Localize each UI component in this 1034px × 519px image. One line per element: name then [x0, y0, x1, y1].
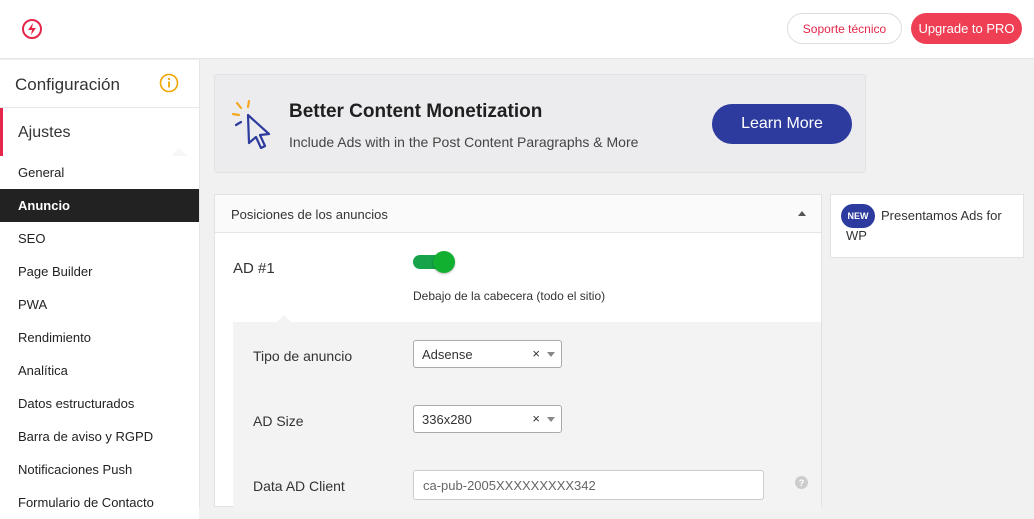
sidebar-item-seo[interactable]: SEO [0, 222, 199, 255]
sidebar-menu: General Anuncio SEO Page Builder PWA Ren… [0, 156, 199, 519]
ad-type-select[interactable]: Adsense × [413, 340, 562, 368]
sidebar: Configuración Ajustes General Anuncio SE… [0, 60, 200, 519]
clear-icon[interactable]: × [532, 346, 540, 361]
news-box[interactable]: NEW Presentamos Ads for WP [830, 194, 1024, 258]
ad-settings-box: Tipo de anuncio Adsense × AD Size 336x28… [233, 315, 821, 512]
ad-positions-panel: Posiciones de los anuncios AD #1 Debajo … [214, 194, 822, 512]
promo-banner: Better Content Monetization Include Ads … [214, 74, 866, 173]
ad-type-value: Adsense [422, 347, 473, 362]
promo-title: Better Content Monetization [289, 101, 543, 122]
sidebar-header: Configuración [0, 60, 199, 108]
upgrade-button[interactable]: Upgrade to PRO [911, 13, 1022, 44]
section-notch [171, 148, 187, 156]
cursor-click-icon [231, 99, 271, 149]
sidebar-item-notificaciones-push[interactable]: Notificaciones Push [0, 453, 199, 486]
settings-notch [277, 315, 291, 322]
top-bar: Soporte técnico Upgrade to PRO [0, 0, 1034, 59]
sidebar-item-rendimiento[interactable]: Rendimiento [0, 321, 199, 354]
clear-icon[interactable]: × [532, 411, 540, 426]
sidebar-item-pwa[interactable]: PWA [0, 288, 199, 321]
collapse-caret-icon[interactable] [798, 211, 806, 216]
sidebar-item-analitica[interactable]: Analítica [0, 354, 199, 387]
dropdown-arrow-icon[interactable] [547, 352, 555, 357]
sidebar-item-general[interactable]: General [0, 156, 199, 189]
data-ad-client-input[interactable] [413, 470, 764, 500]
data-ad-client-label: Data AD Client [253, 478, 345, 494]
learn-more-button[interactable]: Learn More [712, 104, 852, 144]
ad-size-select[interactable]: 336x280 × [413, 405, 562, 433]
sidebar-item-datos-estructurados[interactable]: Datos estructurados [0, 387, 199, 420]
sidebar-title: Configuración [15, 75, 120, 94]
ad-toggle[interactable] [413, 251, 457, 273]
info-icon[interactable] [159, 73, 179, 93]
panel-header[interactable]: Posiciones de los anuncios [215, 195, 821, 233]
support-button[interactable]: Soporte técnico [787, 13, 902, 44]
toggle-knob [433, 251, 455, 273]
sidebar-item-barra-aviso[interactable]: Barra de aviso y RGPD [0, 420, 199, 453]
ad-size-value: 336x280 [422, 412, 472, 427]
ad-position-description: Debajo de la cabecera (todo el sitio) [413, 289, 606, 303]
news-text[interactable]: Presentamos Ads for WP [846, 206, 1018, 246]
sidebar-section-label: Ajustes [18, 124, 71, 141]
sidebar-item-page-builder[interactable]: Page Builder [0, 255, 199, 288]
ad-size-label: AD Size [253, 413, 304, 429]
panel-title: Posiciones de los anuncios [231, 207, 388, 222]
dropdown-arrow-icon[interactable] [547, 417, 555, 422]
sidebar-section-ajustes[interactable]: Ajustes [0, 108, 199, 156]
sidebar-item-anuncio[interactable]: Anuncio [0, 189, 199, 222]
sidebar-item-formulario-contacto[interactable]: Formulario de Contacto [0, 486, 199, 519]
ad-type-label: Tipo de anuncio [253, 348, 353, 364]
bolt-circle-icon[interactable] [21, 18, 43, 40]
ad-label: AD #1 [233, 260, 275, 277]
promo-subtitle: Include Ads with in the Post Content Par… [289, 134, 639, 150]
help-icon[interactable]: ? [795, 476, 808, 489]
